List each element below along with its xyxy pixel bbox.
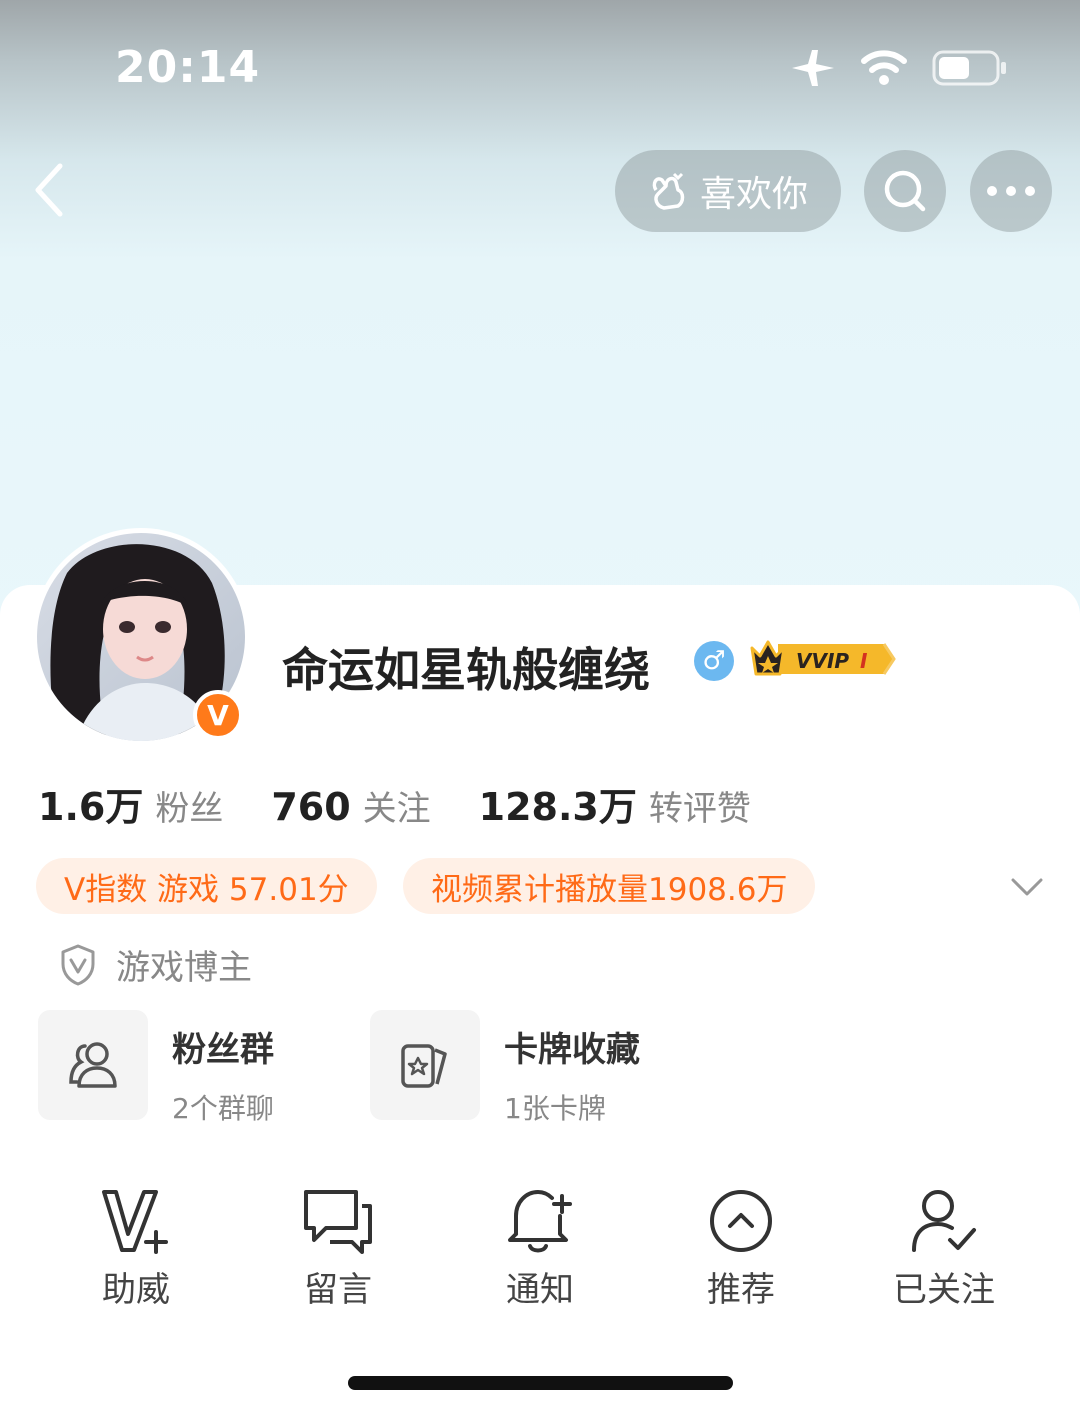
airplane-icon — [792, 50, 834, 86]
finger-heart-icon — [652, 172, 685, 210]
shield-v-icon — [61, 944, 95, 985]
followed-icon — [912, 1190, 976, 1252]
interactions-count[interactable]: 128.3万 — [479, 776, 637, 831]
battery-icon — [932, 50, 1006, 86]
message-button[interactable]: 留言 — [258, 1186, 418, 1311]
expand-button[interactable] — [1010, 870, 1044, 904]
search-icon — [884, 170, 926, 212]
status-icons — [790, 48, 1008, 88]
like-you-label: 喜欢你 — [699, 174, 808, 215]
more-icon — [987, 186, 1035, 196]
fans-count[interactable]: 1.6万 — [38, 776, 143, 831]
message-icon — [304, 1190, 372, 1254]
card-collection-title: 卡牌收藏 — [504, 1030, 640, 1070]
status-time: 20:14 — [115, 42, 261, 93]
bell-icon — [508, 1190, 572, 1253]
username: 命运如星轨般缠绕 — [282, 643, 650, 697]
verified-badge: V — [193, 690, 243, 740]
video-plays-tag[interactable]: 视频累计播放量1908.6万 — [403, 858, 816, 914]
recommend-icon — [710, 1190, 772, 1252]
profile-stats: 1.6万 粉丝 760 关注 128.3万 转评赞 — [38, 776, 799, 831]
recommend-button[interactable]: 推荐 — [661, 1186, 821, 1311]
card-icon — [401, 1044, 447, 1088]
v-index-tag[interactable]: V指数 游戏 57.01分 — [36, 858, 377, 914]
search-button[interactable] — [864, 150, 946, 232]
certification: 游戏博主 — [60, 940, 252, 989]
card-collection-subtitle: 1张卡牌 — [504, 1092, 606, 1125]
gender-male-icon: ♂ — [694, 641, 734, 681]
fan-group-subtitle: 2个群聊 — [172, 1092, 274, 1125]
fan-group-title: 粉丝群 — [172, 1030, 274, 1070]
message-label: 留言 — [304, 1270, 372, 1310]
fan-group-entry[interactable]: 粉丝群 2个群聊 — [38, 1010, 274, 1127]
card-collection-entry[interactable]: 卡牌收藏 1张卡牌 — [370, 1010, 640, 1127]
notify-button[interactable]: 通知 — [460, 1186, 620, 1311]
followed-label: 已关注 — [893, 1270, 995, 1310]
notify-label: 通知 — [506, 1270, 574, 1310]
feature-icon-box — [38, 1010, 148, 1120]
fans-label[interactable]: 粉丝 — [155, 781, 223, 830]
vvip-badge[interactable]: VVIP I — [748, 636, 898, 682]
following-count[interactable]: 760 — [271, 785, 350, 829]
back-arrow-icon — [35, 163, 63, 217]
feature-icon-box — [370, 1010, 480, 1120]
group-icon — [69, 1042, 117, 1088]
chevron-down-icon — [1011, 878, 1043, 896]
followed-button[interactable]: 已关注 — [864, 1186, 1024, 1311]
home-indicator[interactable] — [348, 1376, 733, 1390]
more-button[interactable] — [970, 150, 1052, 232]
vip-level: I — [860, 649, 868, 673]
cheer-icon — [102, 1190, 168, 1254]
back-button[interactable] — [26, 160, 76, 220]
following-label[interactable]: 关注 — [363, 781, 431, 830]
certification-label: 游戏博主 — [116, 948, 252, 988]
interactions-label[interactable]: 转评赞 — [649, 781, 751, 830]
wifi-icon — [861, 50, 907, 85]
cheer-button[interactable]: 助威 — [56, 1186, 216, 1311]
like-you-button[interactable]: 喜欢你 — [615, 150, 841, 232]
recommend-label: 推荐 — [707, 1270, 775, 1310]
vvip-label: VVIP — [796, 649, 849, 673]
cheer-label: 助威 — [102, 1270, 170, 1310]
